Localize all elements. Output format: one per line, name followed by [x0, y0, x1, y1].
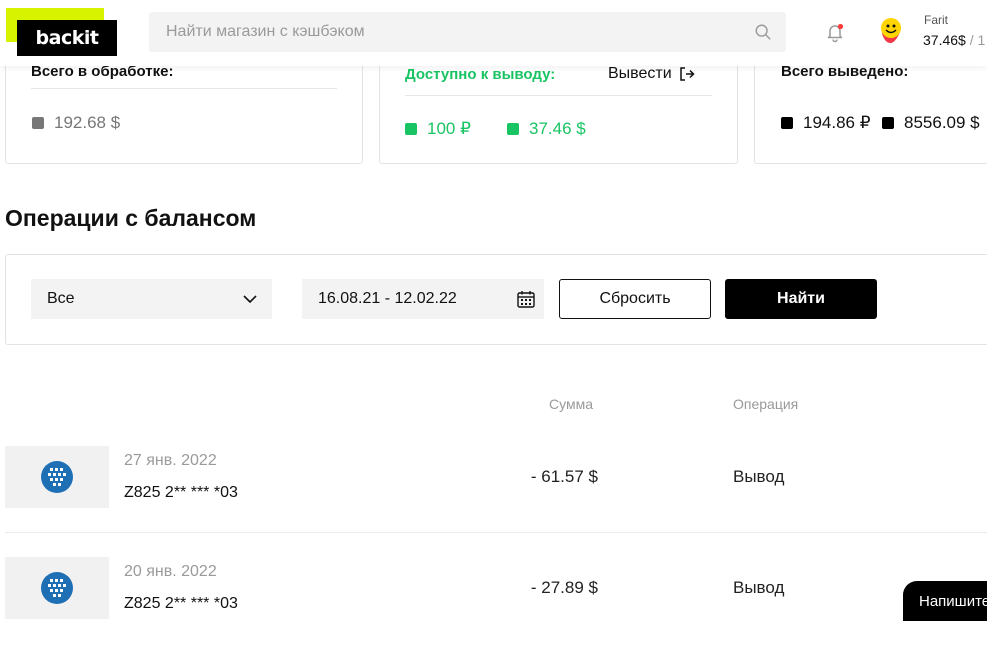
search-input[interactable] [166, 23, 726, 41]
withdrawn-usd-swatch [882, 117, 894, 129]
row-operation: Вывод [733, 578, 785, 597]
payment-method-logo [5, 557, 109, 619]
webmoney-icon [41, 572, 73, 604]
payment-method-logo [5, 446, 109, 508]
date-range-field[interactable]: 16.08.21 - 12.02.22 [302, 279, 544, 319]
user-balance-separator: / 1 [965, 32, 986, 48]
withdraw-label: Вывести [608, 65, 672, 82]
withdrawn-rub-swatch [781, 117, 793, 129]
available-rub-amount: 100 ₽ [427, 119, 471, 138]
notification-bell-icon[interactable] [824, 21, 846, 43]
webmoney-icon [41, 461, 73, 493]
row-divider [5, 532, 987, 533]
user-balance[interactable]: 37.46$ / 1 [923, 32, 985, 48]
operation-column-header: Операция [733, 396, 799, 412]
calendar-icon[interactable] [516, 289, 536, 309]
find-button[interactable]: Найти [725, 279, 877, 319]
row-wallet: Z825 2** *** *03 [124, 484, 238, 501]
user-avatar-icon[interactable] [877, 14, 913, 50]
available-rub-value: 100 ₽ [405, 119, 471, 139]
row-wallet: Z825 2** *** *03 [124, 595, 238, 612]
amount-column-header: Сумма [549, 396, 593, 412]
processing-amount: 192.68 $ [54, 113, 121, 132]
search-bar[interactable] [149, 12, 786, 52]
table-row: 27 янв. 2022 Z825 2** *** *03 - 61.57 $ … [5, 446, 987, 546]
row-amount: - 61.57 $ [530, 467, 598, 486]
withdraw-button[interactable]: Вывести [608, 65, 696, 83]
processing-divider [31, 88, 337, 89]
table-row: 20 янв. 2022 Z825 2** *** *03 - 27.89 $ … [5, 557, 987, 657]
available-rub-swatch [405, 123, 417, 135]
withdrawn-rub-value: 194.86 ₽ [781, 113, 871, 133]
processing-color-swatch [32, 117, 44, 129]
page-title: Операции с балансом [5, 205, 257, 231]
available-divider [405, 95, 712, 96]
row-operation: Вывод [733, 467, 785, 486]
user-name[interactable]: Farit [924, 13, 948, 27]
processing-value: 192.68 $ [32, 113, 120, 133]
available-usd-amount: 37.46 $ [529, 119, 586, 138]
available-title: Доступно к выводу: [405, 66, 556, 83]
row-date: 20 янв. 2022 [124, 563, 217, 580]
withdrawn-usd-value: 8556.09 $ [882, 113, 980, 133]
operation-type-select[interactable]: Все [31, 279, 272, 319]
top-header: backit Farit 37.46$ / 1 [0, 0, 987, 66]
row-amount: - 27.89 $ [530, 578, 598, 597]
withdrawn-usd-amount: 8556.09 $ [904, 113, 980, 132]
chat-widget-button[interactable]: Напишите [903, 581, 987, 621]
search-icon[interactable] [754, 23, 772, 41]
logo[interactable]: backit [17, 20, 117, 56]
row-date: 27 янв. 2022 [124, 452, 217, 469]
date-range-value: 16.08.21 - 12.02.22 [318, 290, 457, 307]
withdraw-arrow-icon [679, 67, 695, 81]
operation-type-value: Все [47, 290, 75, 307]
withdrawn-rub-amount: 194.86 ₽ [803, 113, 871, 132]
available-usd-value: 37.46 $ [507, 119, 586, 139]
reset-button[interactable]: Сбросить [559, 279, 711, 319]
chevron-down-icon [243, 295, 257, 304]
user-balance-value: 37.46$ [923, 32, 966, 48]
available-usd-swatch [507, 123, 519, 135]
